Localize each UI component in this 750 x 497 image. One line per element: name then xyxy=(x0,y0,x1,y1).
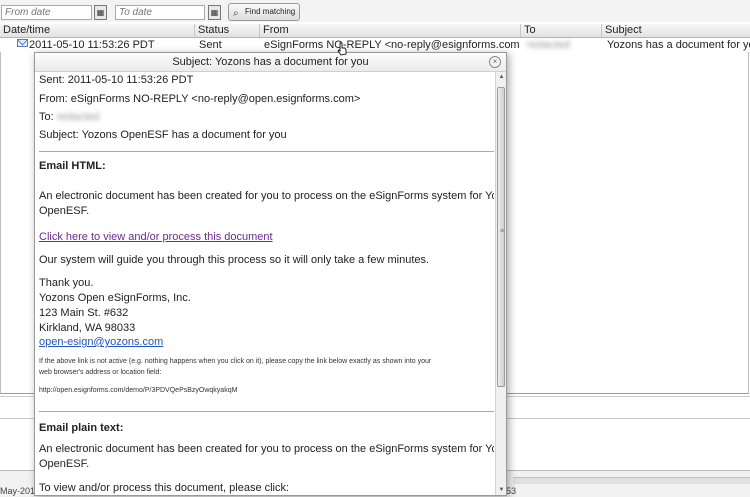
row-datetime: 2011-05-10 11:53:26 PDT xyxy=(29,39,155,51)
status-right-text: 53 xyxy=(506,486,517,496)
plain-intro-line-2: OpenESF. xyxy=(39,458,90,470)
grid-header: Date/time Status From To Subject xyxy=(0,24,750,38)
row-to: redacted xyxy=(527,39,570,51)
fallback-line-1: If the above link is not active (e.g. no… xyxy=(39,358,432,365)
popup-title: Subject: Yozons has a document for you xyxy=(35,53,506,72)
signature-email-link[interactable]: open-esign@yozons.com xyxy=(39,336,163,348)
fallback-url: http://open.esignforms.com/demo/P/3PDVQe… xyxy=(39,387,238,394)
search-icon: ⌕ xyxy=(233,8,239,19)
divider xyxy=(39,411,494,412)
from-date-input[interactable] xyxy=(1,5,92,20)
sent-line: Sent: 2011-05-10 11:53:26 PDT xyxy=(39,74,194,86)
from-calendar-icon[interactable]: ▦ xyxy=(94,5,107,20)
process-document-link[interactable]: Click here to view and/or process this d… xyxy=(39,231,273,243)
to-line: To: redacted xyxy=(39,111,100,123)
row-status: Sent xyxy=(199,39,222,51)
popup-scrollbar[interactable]: ▲ ▼ xyxy=(495,72,506,495)
envelope-icon xyxy=(17,39,28,47)
find-matching-label: Find matching xyxy=(245,7,296,16)
email-html-title: Email HTML: xyxy=(39,160,106,172)
signature-city: Kirkland, WA 98033 xyxy=(39,322,136,334)
scroll-up-icon[interactable]: ▲ xyxy=(496,72,506,83)
plain-process-text: To view and/or process this document, pl… xyxy=(39,482,290,494)
column-header-status[interactable]: Status xyxy=(195,24,260,37)
column-header-from[interactable]: From xyxy=(260,24,521,37)
filter-toolbar: ▦ ▦ ⌕ Find matching xyxy=(0,0,750,22)
status-scrollbar[interactable] xyxy=(513,477,750,484)
hand-cursor-icon xyxy=(337,42,347,56)
column-header-datetime[interactable]: Date/time xyxy=(0,24,195,37)
find-matching-button[interactable]: ⌕ Find matching xyxy=(228,3,300,21)
column-header-subject[interactable]: Subject xyxy=(602,24,750,37)
from-line: From: eSignForms NO-REPLY <no-reply@open… xyxy=(39,93,361,105)
scroll-down-icon[interactable]: ▼ xyxy=(496,485,506,495)
to-label: To: xyxy=(39,111,54,123)
row-from: eSignForms NO-REPLY <no-reply@esignforms… xyxy=(264,39,520,51)
fallback-line-2: web browser's address or location field: xyxy=(39,369,162,376)
table-row[interactable]: 2011-05-10 11:53:26 PDT Sent eSignForms … xyxy=(0,38,750,52)
signature-street: 123 Main St. #632 xyxy=(39,307,129,319)
to-calendar-icon[interactable]: ▦ xyxy=(208,5,221,20)
thanks-text: Thank you. xyxy=(39,277,94,289)
intro-line-2: OpenESF. xyxy=(39,205,90,217)
to-date-input[interactable] xyxy=(115,5,205,20)
popup-content: Sent: 2011-05-10 11:53:26 PDT From: eSig… xyxy=(39,72,494,495)
intro-line-1: An electronic document has been created … xyxy=(39,190,494,202)
email-plain-title: Email plain text: xyxy=(39,422,124,434)
email-preview-popup: Subject: Yozons has a document for you ×… xyxy=(34,52,507,496)
signature-company: Yozons Open eSignForms, Inc. xyxy=(39,292,191,304)
scroll-thumb[interactable] xyxy=(497,87,506,387)
column-header-to[interactable]: To xyxy=(521,24,602,37)
divider xyxy=(39,151,494,152)
guide-text: Our system will guide you through this p… xyxy=(39,254,430,266)
row-subject: Yozons has a document for you xyxy=(607,39,750,51)
plain-intro-line-1: An electronic document has been created … xyxy=(39,443,494,455)
to-value: redacted xyxy=(56,111,100,123)
close-icon[interactable]: × xyxy=(489,56,501,68)
subject-line: Subject: Yozons OpenESF has a document f… xyxy=(39,129,287,141)
